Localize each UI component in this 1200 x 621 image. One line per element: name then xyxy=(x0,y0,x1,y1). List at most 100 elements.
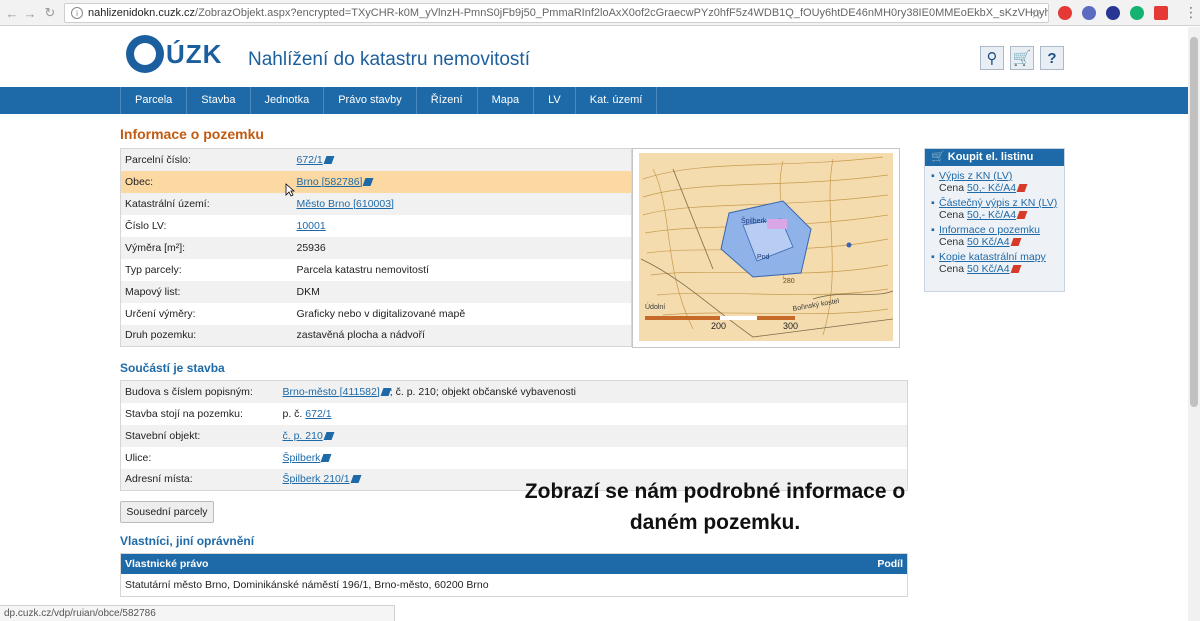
purchase-item-link[interactable]: Informace o pozemku xyxy=(939,224,1040,236)
parcel-row: Číslo LV: 10001 xyxy=(121,215,632,237)
parcel-value-link[interactable]: 10001 xyxy=(297,220,326,232)
subtitle-line-2: daném pozemku. xyxy=(629,511,801,534)
parcel-row: Typ parcely: Parcela katastru nemovitostí xyxy=(121,259,632,281)
parcel-map[interactable]: Špilberk Pod 280 Bořinský kostel Údolní … xyxy=(632,148,900,348)
play-extension-icon[interactable] xyxy=(1106,6,1120,20)
nav-jednotka[interactable]: Jednotka xyxy=(249,87,324,114)
back-icon[interactable]: ← xyxy=(2,3,22,23)
building-value-link[interactable]: 672/1 xyxy=(305,408,331,420)
scrollbar-thumb[interactable] xyxy=(1190,37,1198,407)
parcel-row: Druh pozemku: zastavěná plocha a nádvoří xyxy=(120,324,632,347)
purchase-item: ▪ Částečný výpis z KN (LV) Cena 50,- Kč/A4 xyxy=(931,197,1060,221)
reload-icon[interactable]: ↻ xyxy=(40,3,60,23)
building-table: Budova s číslem popisným: Brno-město [411… xyxy=(120,380,908,491)
parcel-value: 25936 xyxy=(296,241,326,254)
video-subtitle: Zobrazí se nám podrobné informace o dané… xyxy=(430,476,1000,538)
parcel-value-link[interactable]: 672/1 xyxy=(297,154,323,166)
purchase-item-body: Informace o pozemku Cena 50 Kč/A4 xyxy=(939,224,1040,248)
bookmark-star-icon[interactable]: ☆ xyxy=(1030,6,1042,22)
building-row-value-cell: p. č. 672/1 xyxy=(279,403,908,425)
parcel-row-label: Mapový list: xyxy=(120,280,293,303)
address-bar[interactable]: i nahlizenidokn.cuzk.cz /ZobrazObjekt.as… xyxy=(64,3,1049,23)
purchase-item-body: Výpis z KN (LV) Cena 50,- Kč/A4 xyxy=(939,170,1028,194)
parcel-row-label: Parcelní číslo: xyxy=(120,148,293,171)
bullet-icon: ▪ xyxy=(931,224,935,236)
parcel-row-label: Výměra [m²]: xyxy=(120,236,293,259)
parcel-value-link[interactable]: Brno [582786] xyxy=(297,176,363,188)
building-value-prefix: p. č. xyxy=(282,407,303,420)
subtitle-line-1: Zobrazí se nám podrobné informace o xyxy=(524,480,906,503)
map-label-280: 280 xyxy=(783,278,795,285)
nav-kat-uzemi[interactable]: Kat. území xyxy=(574,87,658,114)
purchase-price-link[interactable]: 50,- Kč/A4 xyxy=(967,182,1016,194)
cart-small-icon: 🛒 xyxy=(931,151,948,163)
owners-row: Statutární město Brno, Dominikánské námě… xyxy=(125,579,489,591)
page-scrollbar[interactable] xyxy=(1188,27,1200,621)
pdf-icon xyxy=(1010,265,1022,274)
parcel-row-label: Číslo LV: xyxy=(125,219,167,232)
purchase-item: ▪ Informace o pozemku Cena 50 Kč/A4 xyxy=(931,224,1060,248)
purchase-heading-text: Koupit el. listinu xyxy=(947,151,1034,163)
bullet-icon: ▪ xyxy=(931,251,935,263)
building-row-value-cell: č. p. 210 xyxy=(278,424,908,447)
building-value-link[interactable]: Špilberk 210/1 xyxy=(283,473,350,485)
building-row-label: Ulice: xyxy=(125,451,152,464)
purchase-price-link[interactable]: 50 Kč/A4 xyxy=(967,236,1010,248)
purchase-heading: 🛒 Koupit el. listinu xyxy=(925,149,1064,166)
site-header: ÚZK Nahlížení do katastru nemovitostí ⚲ … xyxy=(0,27,1188,87)
parcel-row-value-cell: Město Brno [610003] xyxy=(292,192,632,215)
opera-extension-icon[interactable] xyxy=(1058,6,1072,20)
nav-rizeni[interactable]: Řízení xyxy=(415,87,477,114)
cuzk-logo[interactable]: ÚZK xyxy=(126,35,222,73)
building-row: Stavba stojí na pozemku: p. č. 672/1 xyxy=(121,403,908,425)
building-value-link[interactable]: Špilberk xyxy=(283,452,321,464)
browser-menu-icon[interactable]: ⋮ xyxy=(1184,4,1198,21)
info-icon[interactable]: i xyxy=(71,7,83,19)
purchase-item-link[interactable]: Kopie katastrální mapy xyxy=(939,251,1046,263)
parcel-value-link[interactable]: Město Brno [610003] xyxy=(297,198,394,210)
external-link-icon[interactable] xyxy=(363,177,374,186)
neighbour-parcels-button[interactable]: Sousední parcely xyxy=(120,501,214,523)
parcel-info-table: Parcelní číslo: 672/1 Obec: Brno [582786] Ka… xyxy=(120,148,632,347)
building-row-label: Budova s číslem popisným: xyxy=(120,380,279,403)
bullet-icon: ▪ xyxy=(931,170,935,182)
purchase-item-link[interactable]: Částečný výpis z KN (LV) xyxy=(939,197,1057,209)
grammarly-extension-icon[interactable] xyxy=(1130,6,1144,20)
purchase-item-body: Kopie katastrální mapy Cena 50 Kč/A4 xyxy=(939,251,1046,275)
external-link-icon[interactable] xyxy=(323,155,335,164)
parcel-row-value-cell: Parcela katastru nemovitostí xyxy=(293,259,632,281)
parcel-value: zastavěná plocha a nádvoří xyxy=(296,329,425,342)
parcel-row: Mapový list: DKM xyxy=(120,280,632,303)
parcel-row-label: Určení výměry: xyxy=(125,307,196,320)
status-bar: dp.cuzk.cz/vdp/ruian/obce/582786 xyxy=(0,605,395,621)
building-value-link[interactable]: č. p. 210 xyxy=(283,430,323,442)
purchase-item-link[interactable]: Výpis z KN (LV) xyxy=(939,170,1012,182)
purchase-item: ▪ Výpis z KN (LV) Cena 50,- Kč/A4 xyxy=(931,170,1060,194)
help-icon[interactable]: ? xyxy=(1040,46,1064,70)
forward-icon[interactable]: → xyxy=(20,3,40,23)
purchase-price-label: Cena xyxy=(939,236,965,248)
building-row: Stavební objekt: č. p. 210 xyxy=(120,424,908,447)
external-link-icon[interactable] xyxy=(350,475,362,484)
search-icon[interactable]: ⚲ xyxy=(980,46,1004,70)
nav-mapa[interactable]: Mapa xyxy=(476,87,534,114)
external-link-icon[interactable] xyxy=(323,431,335,440)
building-value-link[interactable]: Brno-město [411582] xyxy=(283,386,380,398)
purchase-price-link[interactable]: 50 Kč/A4 xyxy=(967,263,1010,275)
external-link-icon[interactable] xyxy=(320,453,332,462)
nav-parcela[interactable]: Parcela xyxy=(120,87,186,114)
nav-lv[interactable]: LV xyxy=(533,87,575,114)
parcel-row: Obec: Brno [582786] xyxy=(120,170,632,193)
building-row-label: Stavba stojí na pozemku: xyxy=(125,407,243,420)
purchase-price-link[interactable]: 50,- Kč/A4 xyxy=(967,209,1016,221)
adblock-extension-icon[interactable] xyxy=(1082,6,1096,20)
parcel-row: Určení výměry: Graficky nebo v digitalizo… xyxy=(121,303,632,325)
nav-stavba[interactable]: Stavba xyxy=(186,87,249,114)
parcel-row-value-cell: 10001 xyxy=(293,215,632,237)
save-extension-icon[interactable] xyxy=(1154,6,1168,20)
cart-icon[interactable]: 🛒 xyxy=(1010,46,1034,70)
url-host: nahlizenidokn.cuzk.cz xyxy=(88,7,196,19)
parcel-row-value-cell: 672/1 xyxy=(292,148,632,171)
nav-pravo-stavby[interactable]: Právo stavby xyxy=(323,87,416,114)
map-scale-200: 200 xyxy=(711,321,726,331)
